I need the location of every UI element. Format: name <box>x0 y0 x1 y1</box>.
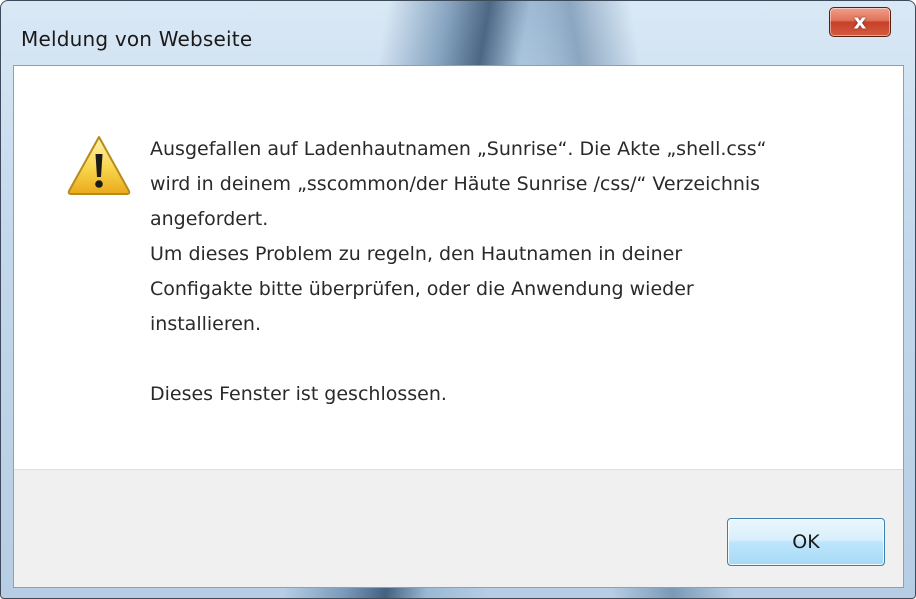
close-button[interactable]: x <box>829 7 891 37</box>
message-line: Configakte bitte überprüfen, oder die An… <box>150 278 694 300</box>
message-line: installieren. <box>150 313 262 335</box>
button-bar: OK <box>14 469 903 587</box>
dialog-content: Ausgefallen auf Ladenhautnamen „Sunrise“… <box>13 65 904 588</box>
warning-icon <box>67 136 131 195</box>
ok-button[interactable]: OK <box>727 518 885 566</box>
message-line: Um dieses Problem zu regeln, den Hautnam… <box>150 243 683 265</box>
message-text: Ausgefallen auf Ladenhautnamen „Sunrise“… <box>150 132 850 412</box>
window-title: Meldung von Webseite <box>21 27 253 51</box>
message-line: angefordert. <box>150 208 269 230</box>
message-line: wird in deinem „sscommon/der Häute Sunri… <box>150 173 761 195</box>
message-line: Ausgefallen auf Ladenhautnamen „Sunrise“… <box>150 138 767 160</box>
title-bar[interactable]: Meldung von Webseite x <box>1 1 915 65</box>
close-icon: x <box>853 9 867 34</box>
dialog-window: Meldung von Webseite x Ausgefallen auf L… <box>0 0 916 599</box>
closing-line: Dieses Fenster ist geschlossen. <box>150 383 447 405</box>
